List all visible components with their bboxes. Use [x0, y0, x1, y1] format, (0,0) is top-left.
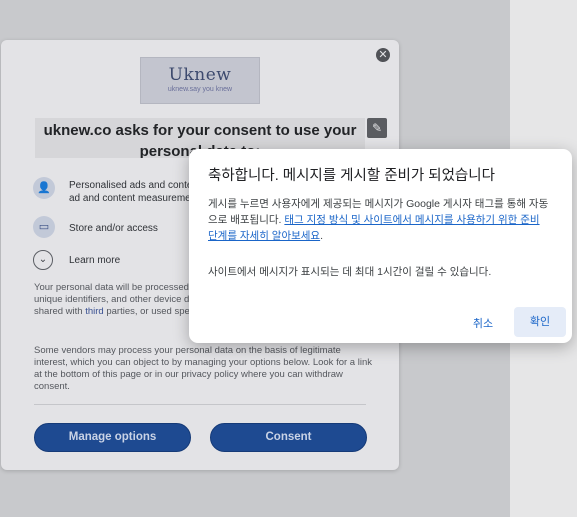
site-logo: Uknew uknew.say you knew: [140, 57, 260, 104]
close-icon[interactable]: ✕: [376, 48, 390, 62]
pencil-icon[interactable]: ✎: [367, 118, 387, 138]
cancel-button[interactable]: 취소: [463, 313, 503, 335]
consent-button[interactable]: Consent: [210, 423, 367, 452]
divider: [34, 404, 366, 405]
purpose-label: Store and/or access information on a dev…: [69, 223, 158, 234]
chevron-down-icon[interactable]: ⌄: [33, 250, 53, 270]
dialog-body: 게시를 누르면 사용자에게 제공되는 메시지가 Google 게시자 태그를 통…: [208, 196, 550, 244]
person-icon: 👤: [33, 177, 55, 199]
logo-tagline: uknew.say you knew: [167, 86, 233, 93]
dialog-body-end: .: [320, 230, 324, 242]
dialog-title: 축하합니다. 메시지를 게시할 준비가 되었습니다: [208, 168, 495, 184]
learn-more-label[interactable]: Learn more: [69, 254, 209, 267]
third-parties-link[interactable]: third: [85, 306, 103, 317]
publish-ready-dialog: 축하합니다. 메시지를 게시할 준비가 되었습니다 게시를 누르면 사용자에게 …: [189, 149, 572, 343]
legitimate-interest-paragraph: Some vendors may process your personal d…: [34, 345, 372, 392]
manage-options-button[interactable]: Manage options: [34, 423, 191, 452]
purpose-label: Personalised ads and content, ad and con…: [69, 180, 204, 204]
confirm-button[interactable]: 확인: [514, 307, 566, 337]
dialog-note: 사이트에서 메시지가 표시되는 데 최대 1시간이 걸릴 수 있습니다.: [208, 266, 492, 278]
device-icon: ▭: [33, 216, 55, 238]
logo-name: Uknew: [168, 65, 232, 85]
